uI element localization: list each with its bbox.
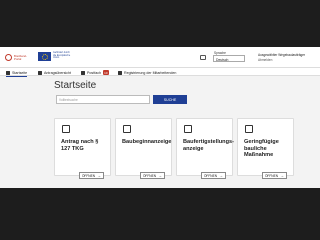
nav-item-label: Postfach bbox=[87, 70, 101, 75]
search-button[interactable]: SUCHE bbox=[153, 95, 187, 104]
unread-count-badge: 10 bbox=[102, 70, 109, 75]
nav-item-label: Startseite bbox=[12, 70, 28, 75]
page-title: Startseite bbox=[54, 80, 97, 91]
open-button-label: ÖFFNEN bbox=[203, 173, 218, 178]
open-button[interactable]: ÖFFNEN → bbox=[79, 172, 104, 179]
open-button[interactable]: ÖFFNEN → bbox=[140, 172, 165, 179]
browser-viewport: Breitband-Portal Gefördert durch die Eur… bbox=[0, 47, 320, 188]
eu-funding-text: Gefördert durch die Europäische Union bbox=[53, 51, 71, 60]
nav-item-registrierung[interactable]: Registrierung der Mitarbeitenden bbox=[118, 69, 176, 76]
card-title: Baubeginnanzeige bbox=[122, 139, 172, 145]
open-button-label: ÖFFNEN bbox=[264, 173, 279, 178]
user-name[interactable]: Ausgewählter Wegebaulastträger bbox=[258, 53, 305, 57]
eu-flag-icon bbox=[38, 52, 51, 61]
main-navigation: Startseite Antragsübersicht Postfach 10 … bbox=[0, 67, 320, 77]
list-icon bbox=[38, 70, 42, 75]
card-baubeginnanzeige[interactable]: Baubeginnanzeige ÖFFNEN → bbox=[115, 118, 172, 179]
folder-icon bbox=[123, 125, 131, 133]
mail-icon bbox=[81, 70, 85, 75]
open-button[interactable]: ÖFFNEN → bbox=[201, 172, 226, 179]
nav-item-label: Registrierung der Mitarbeitenden bbox=[124, 70, 177, 75]
nav-item-antragsuebersicht[interactable]: Antragsübersicht bbox=[38, 69, 71, 76]
nav-item-startseite[interactable]: Startseite bbox=[6, 69, 28, 77]
card-title: Baufertigstellungs-anzeige bbox=[183, 139, 234, 152]
language-select[interactable]: Deutsch bbox=[213, 55, 245, 62]
nav-item-postfach[interactable]: Postfach 10 bbox=[81, 69, 109, 76]
document-icon bbox=[62, 125, 70, 133]
logo-mark-icon bbox=[5, 54, 12, 61]
open-button[interactable]: ÖFFNEN → bbox=[262, 172, 287, 179]
logo-text: Breitband-Portal bbox=[14, 53, 27, 61]
card-geringfuegige-massnahme[interactable]: Geringfügige bauliche Maßnahme ÖFFNEN → bbox=[237, 118, 294, 179]
card-antrag-127-tkg[interactable]: Antrag nach § 127 TKG ÖFFNEN → bbox=[54, 118, 111, 179]
search-input[interactable] bbox=[56, 95, 150, 104]
users-icon bbox=[118, 70, 122, 75]
arrow-right-icon: → bbox=[219, 172, 224, 178]
nav-item-label: Antragsübersicht bbox=[44, 70, 71, 75]
logout-link[interactable]: Abmelden bbox=[258, 58, 272, 62]
site-header: Breitband-Portal Gefördert durch die Eur… bbox=[0, 47, 320, 67]
card-title: Geringfügige bauliche Maßnahme bbox=[244, 139, 279, 159]
breitband-portal-logo[interactable]: Breitband-Portal bbox=[5, 53, 35, 62]
open-button-label: ÖFFNEN bbox=[142, 173, 157, 178]
arrow-right-icon: → bbox=[97, 172, 102, 178]
home-icon bbox=[6, 70, 10, 75]
language-icon bbox=[200, 55, 206, 60]
card-baufertigstellungsanzeige[interactable]: Baufertigstellungs-anzeige ÖFFNEN → bbox=[176, 118, 234, 179]
image-icon bbox=[184, 125, 192, 133]
document-icon bbox=[245, 125, 253, 133]
card-title: Antrag nach § 127 TKG bbox=[61, 139, 99, 152]
arrow-right-icon: → bbox=[280, 172, 285, 178]
open-button-label: ÖFFNEN bbox=[81, 173, 96, 178]
arrow-right-icon: → bbox=[158, 172, 163, 178]
